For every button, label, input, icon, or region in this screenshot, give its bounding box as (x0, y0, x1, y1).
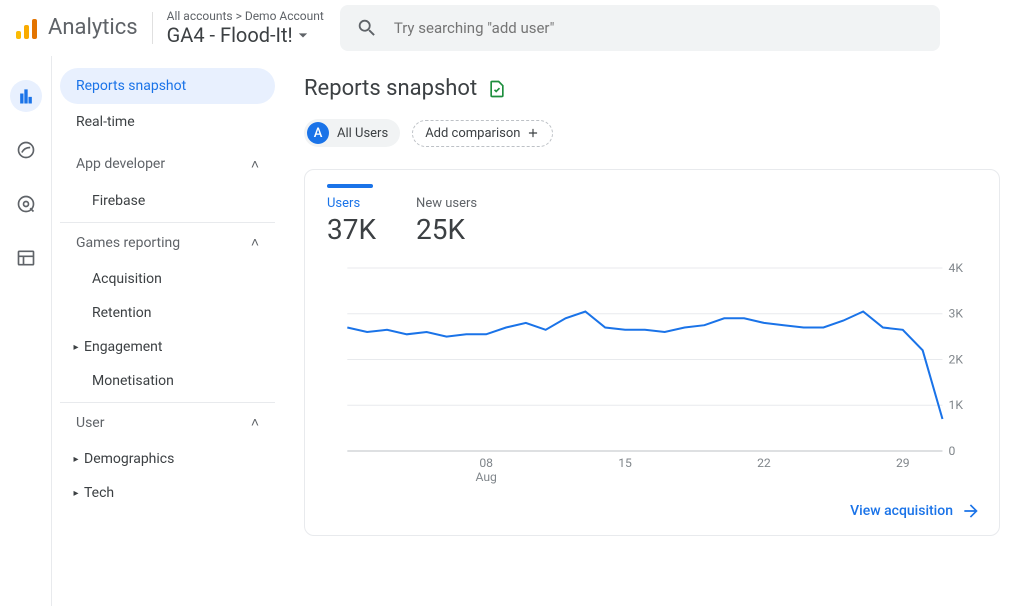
svg-text:Aug: Aug (475, 470, 496, 484)
sidebar-item-acquisition[interactable]: Acquisition (60, 262, 275, 296)
sidebar-item-monetisation[interactable]: Monetisation (60, 364, 275, 398)
sidebar-item-realtime[interactable]: Real-time (60, 104, 275, 140)
svg-text:4K: 4K (949, 262, 964, 275)
svg-text:2K: 2K (949, 353, 964, 367)
sidebar-item-retention[interactable]: Retention (60, 296, 275, 330)
rail-configure-icon[interactable] (10, 242, 42, 274)
svg-text:0: 0 (949, 444, 956, 458)
customize-report-icon[interactable] (487, 79, 507, 99)
svg-text:29: 29 (896, 456, 910, 470)
svg-text:22: 22 (757, 456, 771, 470)
svg-text:3K: 3K (949, 307, 964, 321)
chip-label: All Users (337, 126, 388, 141)
logo: Analytics (16, 15, 138, 40)
sidebar-group-games-reporting[interactable]: Games reporting˄ (60, 222, 275, 262)
metric-value: 37K (327, 213, 376, 246)
sidebar-item-firebase[interactable]: Firebase (60, 184, 275, 218)
svg-text:08: 08 (479, 456, 493, 470)
search-input[interactable] (394, 19, 924, 37)
view-link-label: View acquisition (850, 503, 953, 519)
property-name: GA4 - Flood-It! (167, 23, 293, 47)
sidebar-group-user[interactable]: User˄ (60, 402, 275, 442)
sidebar-item-demographics[interactable]: ▸Demographics (60, 442, 275, 476)
metric-value: 25K (416, 213, 477, 246)
metric-tab-users[interactable]: Users 37K (327, 184, 376, 246)
metric-label: New users (416, 196, 477, 211)
sidebar: Reports snapshot Real-time App developer… (52, 56, 284, 606)
add-comparison-label: Add comparison (425, 126, 520, 141)
chip-badge: A (307, 122, 329, 144)
users-line-chart: 0 1K 2K 3K 4K 08Aug 15 22 29 (327, 262, 977, 487)
page-title: Reports snapshot (304, 76, 477, 101)
app-title: Analytics (48, 15, 138, 40)
plus-icon (526, 126, 540, 140)
main-content: Reports snapshot A All Users Add compari… (284, 56, 1024, 606)
sidebar-group-app-developer[interactable]: App developer˄ (60, 144, 275, 184)
search-icon (356, 17, 378, 39)
caret-down-icon (293, 25, 313, 45)
svg-text:15: 15 (618, 456, 632, 470)
metric-tab-new-users[interactable]: New users 25K (416, 184, 477, 246)
sidebar-item-reports-snapshot[interactable]: Reports snapshot (60, 68, 275, 104)
nav-rail (0, 56, 52, 606)
rail-explore-icon[interactable] (10, 134, 42, 166)
svg-text:1K: 1K (949, 398, 964, 412)
metric-label: Users (327, 196, 376, 211)
sidebar-item-tech[interactable]: ▸Tech (60, 476, 275, 510)
add-comparison-button[interactable]: Add comparison (412, 120, 553, 147)
sidebar-item-engagement[interactable]: ▸Engagement (60, 330, 275, 364)
rail-reports-icon[interactable] (10, 80, 42, 112)
rail-advertising-icon[interactable] (10, 188, 42, 220)
users-card: Users 37K New users 25K 0 1K 2K 3K 4K 08Aug 15… (304, 169, 1000, 536)
view-acquisition-link[interactable]: View acquisition (850, 501, 981, 521)
property-selector[interactable]: GA4 - Flood-It! (167, 23, 324, 47)
search-box[interactable] (340, 5, 940, 51)
arrow-right-icon (961, 501, 981, 521)
breadcrumb[interactable]: All accounts > Demo Account (167, 9, 324, 23)
chip-all-users[interactable]: A All Users (304, 119, 400, 147)
